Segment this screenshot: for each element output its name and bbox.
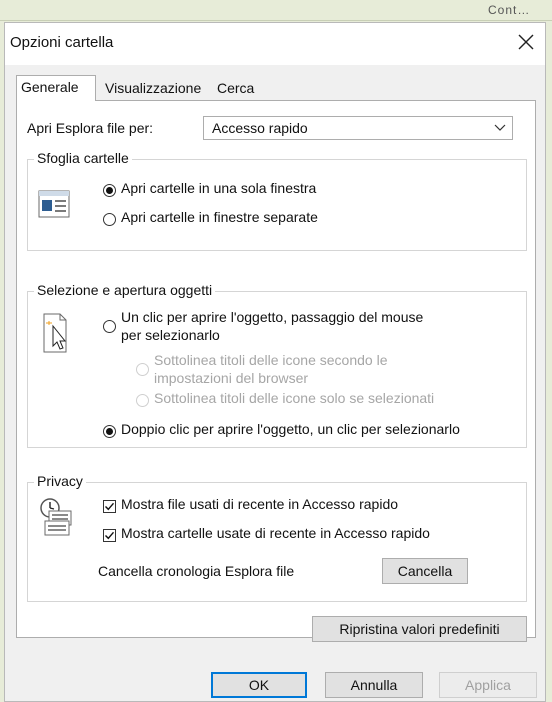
title-bar: Opzioni cartella xyxy=(5,23,545,65)
checkbox-recent-files[interactable] xyxy=(103,500,116,513)
dialog-title: Opzioni cartella xyxy=(10,34,114,51)
underline-browser-label-line2: impostazioni del browser xyxy=(154,370,309,386)
privacy-title: Privacy xyxy=(34,473,86,489)
separate-windows-label: Apri cartelle in finestre separate xyxy=(121,209,318,225)
click-items-title: Selezione e apertura oggetti xyxy=(34,282,216,298)
radio-separate-windows[interactable] xyxy=(103,213,116,226)
checkmark-icon xyxy=(105,531,115,540)
close-button[interactable] xyxy=(513,29,539,55)
checkmark-icon xyxy=(105,502,115,511)
same-window-label: Apri cartelle in una sola finestra xyxy=(121,180,317,196)
browse-folders-title: Sfoglia cartelle xyxy=(34,150,132,166)
click-items-group: Selezione e apertura oggetti Un clic per… xyxy=(27,282,527,448)
single-click-label-line2: per selezionarlo xyxy=(121,327,220,343)
radio-underline-browser[interactable] xyxy=(136,363,149,376)
underline-hover-label: Sottolinea titoli delle icone solo se se… xyxy=(154,390,435,406)
browse-folders-group: Sfoglia cartelle Apri cartelle in una so… xyxy=(27,150,527,251)
open-explorer-label: Apri Esplora file per: xyxy=(27,120,154,136)
background-window-text: Cont… xyxy=(488,3,531,17)
apply-button[interactable]: Applica xyxy=(439,672,537,698)
tab-generale[interactable]: Generale xyxy=(16,75,96,101)
window-icon xyxy=(38,190,70,218)
cancel-button[interactable]: Annulla xyxy=(325,672,423,698)
radio-double-click[interactable] xyxy=(103,425,116,438)
checkbox-recent-folders[interactable] xyxy=(103,529,116,542)
folder-options-dialog: Opzioni cartella Generale Visualizzazion… xyxy=(4,22,546,702)
tab-panel-generale: Apri Esplora file per: Accesso rapido Sf… xyxy=(16,100,536,642)
recent-files-label: Mostra file usati di recente in Accesso … xyxy=(121,496,399,512)
privacy-group: Privacy Mostra file usati di recente in … xyxy=(27,473,527,602)
ok-button[interactable]: OK xyxy=(211,672,307,698)
close-icon xyxy=(518,34,534,50)
open-explorer-dropdown[interactable]: Accesso rapido xyxy=(203,116,513,140)
clear-history-button[interactable]: Cancella xyxy=(382,558,468,584)
radio-same-window[interactable] xyxy=(103,184,116,197)
radio-underline-hover[interactable] xyxy=(136,394,149,407)
single-click-label-line1: Un clic per aprire l'oggetto, passaggio … xyxy=(121,309,424,325)
tab-cerca[interactable]: Cerca xyxy=(213,77,273,100)
restore-defaults-button[interactable]: Ripristina valori predefiniti xyxy=(312,616,527,642)
tab-visualizzazione[interactable]: Visualizzazione xyxy=(101,77,213,100)
chevron-down-icon xyxy=(494,124,506,131)
cursor-click-icon xyxy=(43,313,67,353)
radio-single-click[interactable] xyxy=(103,320,116,333)
clear-history-label: Cancella cronologia Esplora file xyxy=(98,563,295,579)
background-divider xyxy=(0,20,552,21)
double-click-label: Doppio clic per aprire l'oggetto, un cli… xyxy=(121,421,460,437)
clock-document-icon xyxy=(40,498,72,536)
underline-browser-label-line1: Sottolinea titoli delle icone secondo le xyxy=(154,352,388,368)
recent-folders-label: Mostra cartelle usate di recente in Acce… xyxy=(121,525,430,541)
open-explorer-value: Accesso rapido xyxy=(212,120,308,136)
